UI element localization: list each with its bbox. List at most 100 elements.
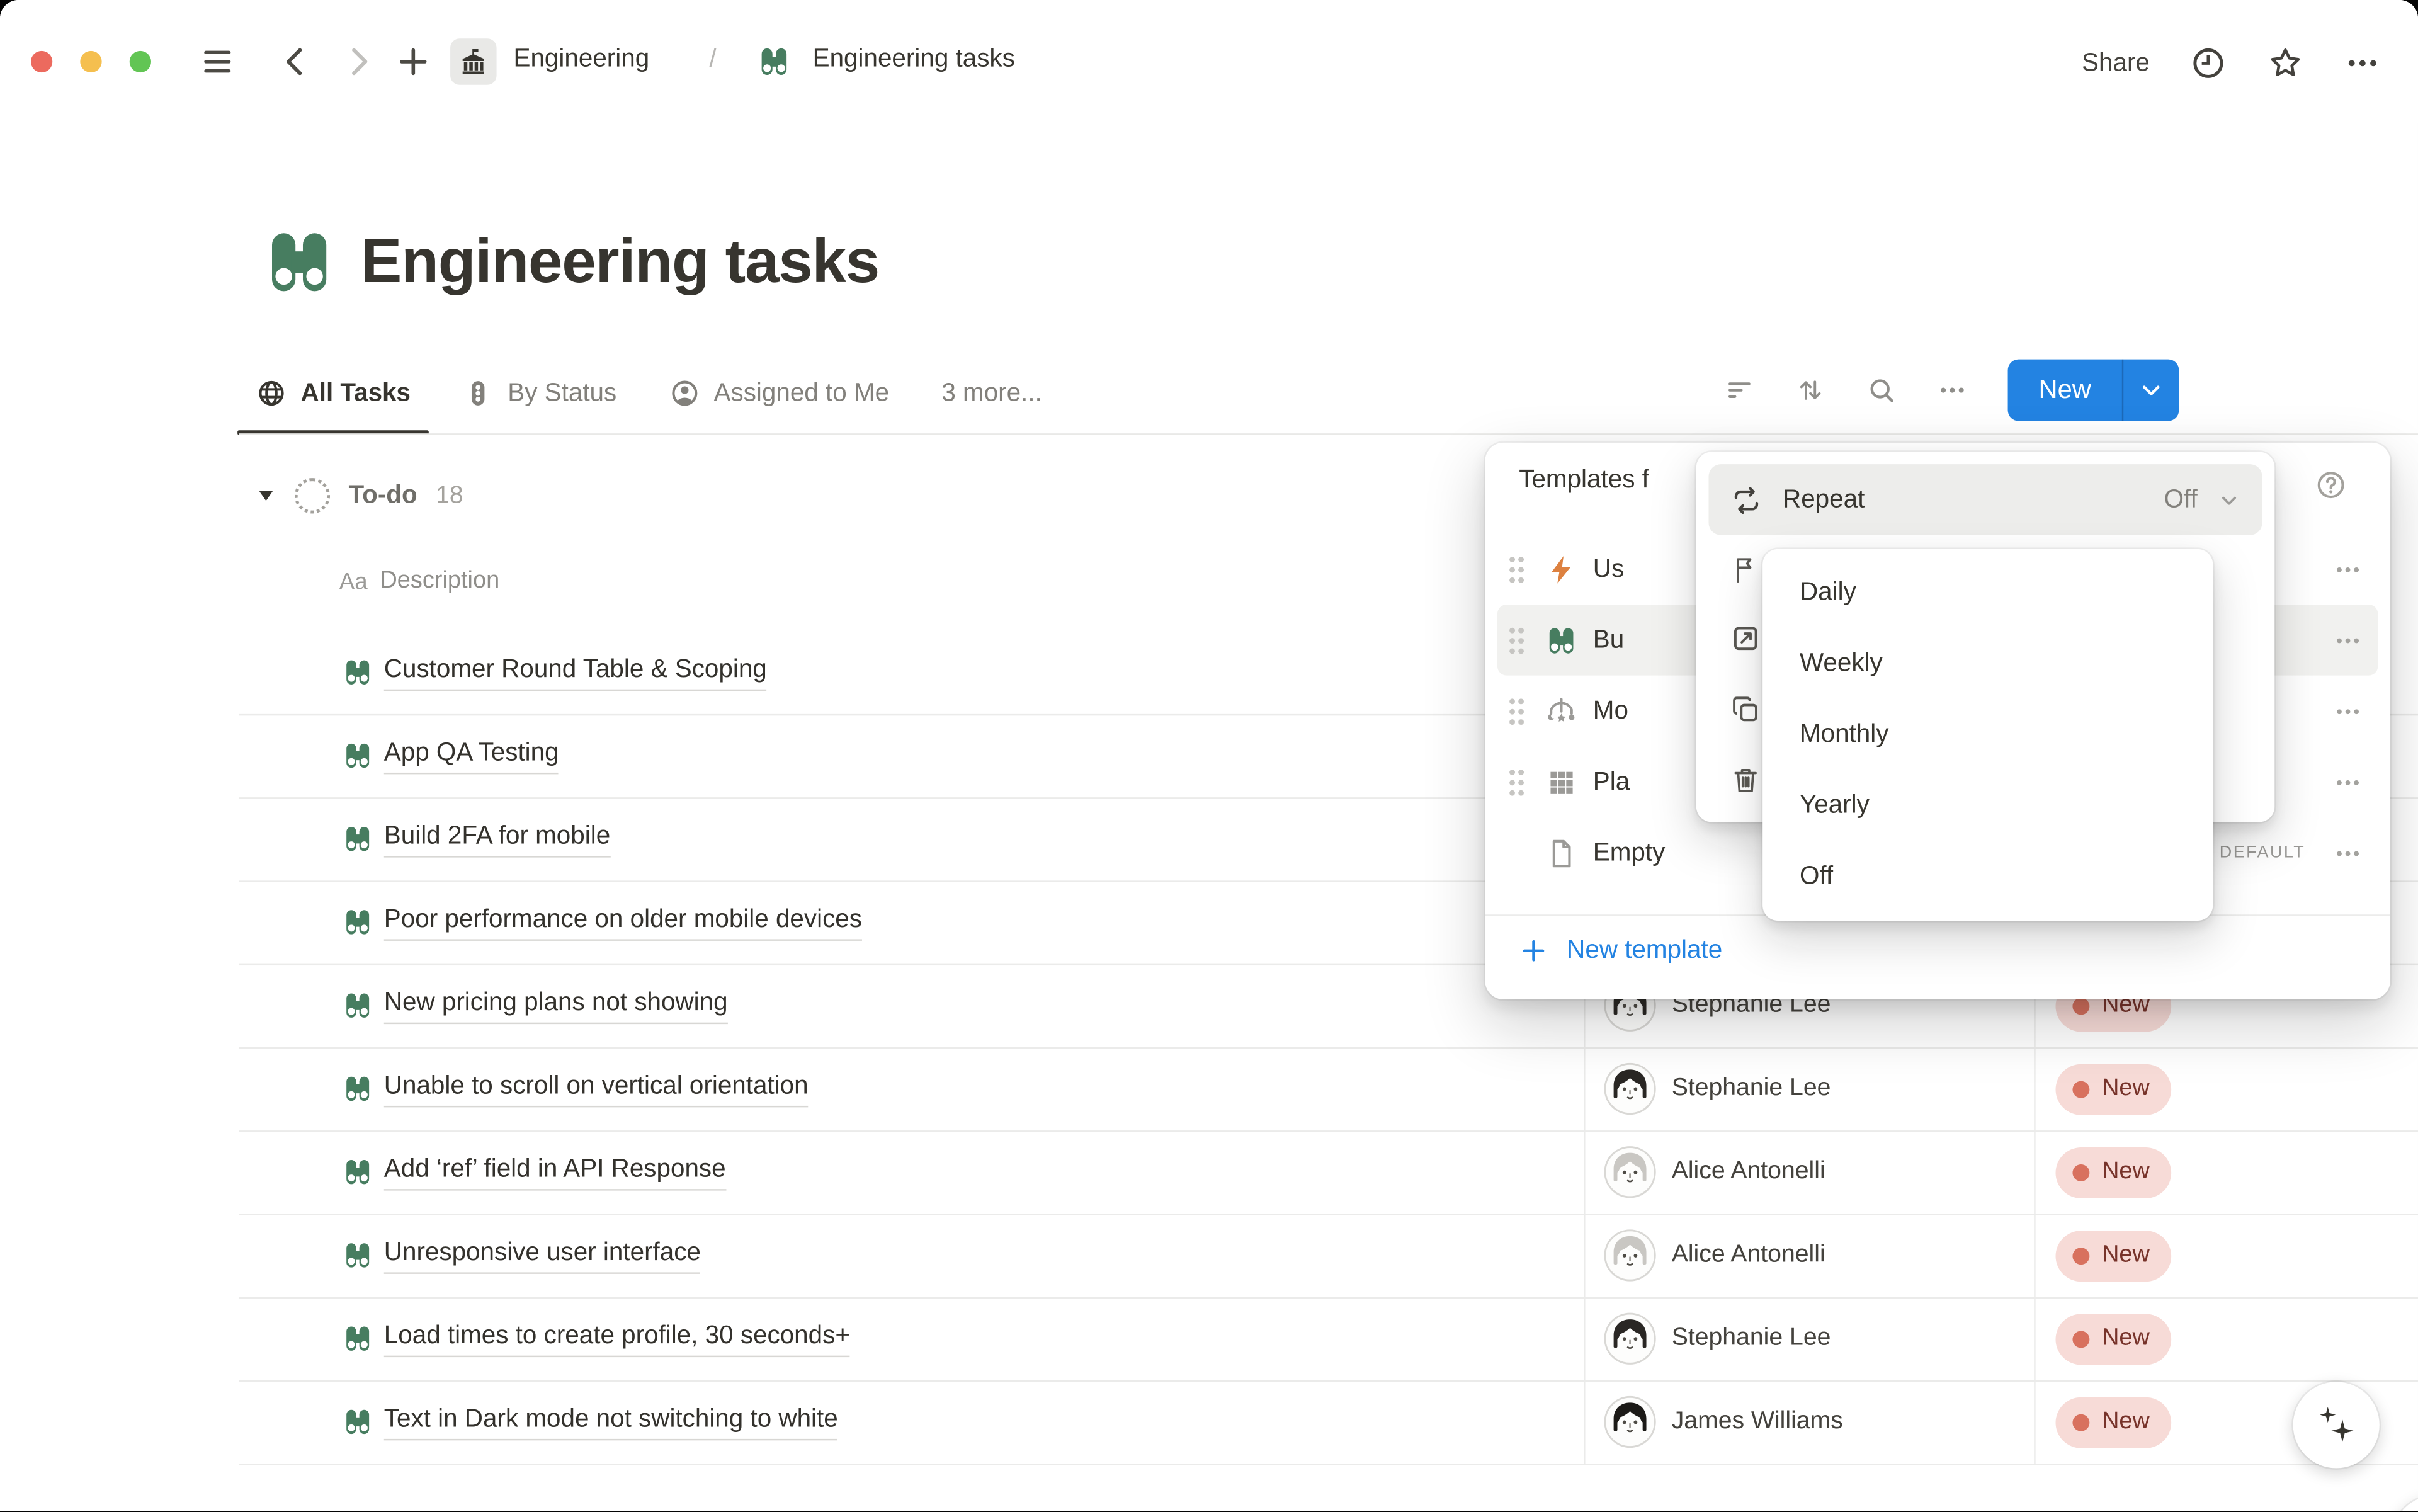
- search-icon[interactable]: [1866, 375, 1897, 406]
- tab-all-tasks[interactable]: All Tasks: [256, 364, 411, 423]
- tab-by-status[interactable]: By Status: [463, 364, 616, 423]
- collapse-triangle-icon[interactable]: [256, 486, 276, 506]
- edit-icon[interactable]: [1730, 623, 1761, 654]
- plus-icon: [1519, 936, 1548, 966]
- drag-handle-icon[interactable]: [1504, 553, 1530, 585]
- template-more-icon[interactable]: [2333, 696, 2363, 726]
- cell-description[interactable]: Customer Round Table & Scoping: [239, 631, 1584, 714]
- cell-description[interactable]: Poor performance on older mobile devices: [239, 880, 1584, 963]
- new-page-icon[interactable]: [395, 43, 432, 81]
- status-label: New: [2102, 1325, 2150, 1353]
- cell-assignee[interactable]: Stephanie Lee: [1584, 1297, 2034, 1380]
- table-row[interactable]: Unresponsive user interface Alice Antone…: [239, 1214, 2418, 1299]
- cell-assignee[interactable]: Stephanie Lee: [1584, 1047, 2034, 1130]
- task-title[interactable]: Add ‘ref’ field in API Response: [384, 1154, 726, 1190]
- updates-clock-icon[interactable]: [2190, 45, 2227, 82]
- group-count: 18: [436, 482, 463, 509]
- task-title[interactable]: Load times to create profile, 30 seconds…: [384, 1321, 850, 1356]
- new-template-button[interactable]: New template: [1519, 936, 1722, 966]
- close-window-button[interactable]: [31, 51, 52, 72]
- sidebar-menu-icon[interactable]: [199, 43, 236, 81]
- help-icon[interactable]: [2315, 469, 2347, 501]
- drag-handle-icon[interactable]: [1504, 766, 1530, 798]
- repeat-option-monthly[interactable]: Monthly: [1762, 698, 2213, 770]
- page-binoculars-icon[interactable]: [262, 225, 336, 300]
- cell-status[interactable]: New: [2034, 1297, 2418, 1380]
- template-more-icon[interactable]: [2333, 625, 2363, 655]
- help-bubble-button[interactable]: [2393, 1496, 2418, 1511]
- binoculars-icon: [343, 907, 373, 938]
- cell-status[interactable]: New: [2034, 1047, 2418, 1130]
- favorite-star-icon[interactable]: [2267, 45, 2304, 82]
- minimize-window-button[interactable]: [80, 51, 101, 72]
- view-options-icon[interactable]: [1937, 375, 1968, 406]
- cell-assignee[interactable]: James Williams: [1584, 1380, 2034, 1464]
- cell-description[interactable]: Text in Dark mode not switching to white: [239, 1380, 1584, 1464]
- notion-window: Engineering / Engineering tasks Share En…: [0, 0, 2418, 1511]
- task-title[interactable]: Customer Round Table & Scoping: [384, 655, 767, 690]
- breadcrumb-parent[interactable]: Engineering: [514, 45, 650, 74]
- new-button-label[interactable]: New: [2008, 360, 2122, 421]
- table-row[interactable]: Unable to scroll on vertical orientation…: [239, 1047, 2418, 1132]
- cell-status[interactable]: New: [2034, 1214, 2418, 1297]
- binoculars-icon: [757, 45, 791, 79]
- repeat-option-daily[interactable]: Daily: [1762, 557, 2213, 628]
- cell-description[interactable]: New pricing plans not showing: [239, 964, 1584, 1047]
- drag-handle-icon[interactable]: [1504, 624, 1530, 656]
- cell-description[interactable]: Unable to scroll on vertical orientation: [239, 1047, 1584, 1130]
- task-title[interactable]: App QA Testing: [384, 738, 559, 773]
- cell-description[interactable]: Unresponsive user interface: [239, 1214, 1584, 1297]
- share-button[interactable]: Share: [2082, 48, 2150, 78]
- assignee-name: James Williams: [1672, 1408, 1843, 1436]
- task-title[interactable]: Poor performance on older mobile devices: [384, 904, 862, 940]
- back-icon[interactable]: [278, 43, 315, 81]
- task-title[interactable]: Unresponsive user interface: [384, 1237, 701, 1273]
- more-options-icon[interactable]: [2344, 45, 2381, 82]
- tab-assigned-to-me[interactable]: Assigned to Me: [669, 364, 890, 423]
- breadcrumb-parent-icon[interactable]: [450, 38, 496, 84]
- sparkle-icon: [2313, 1402, 2359, 1448]
- new-button[interactable]: New: [2008, 360, 2179, 421]
- template-more-icon[interactable]: [2333, 554, 2363, 584]
- cell-description[interactable]: Build 2FA for mobile: [239, 797, 1584, 880]
- trash-icon[interactable]: [1730, 765, 1761, 796]
- repeat-option-off[interactable]: Off: [1762, 841, 2213, 912]
- drag-handle-icon[interactable]: [1504, 695, 1530, 727]
- task-title[interactable]: Unable to scroll on vertical orientation: [384, 1071, 809, 1106]
- flag-icon[interactable]: [1730, 554, 1761, 584]
- task-title[interactable]: Text in Dark mode not switching to white: [384, 1404, 838, 1440]
- template-more-icon[interactable]: [2333, 767, 2363, 797]
- repeat-option-yearly[interactable]: Yearly: [1762, 770, 2213, 841]
- breadcrumb-current[interactable]: Engineering tasks: [813, 45, 1015, 74]
- filter-icon[interactable]: [1724, 375, 1755, 406]
- repeat-option-weekly[interactable]: Weekly: [1762, 628, 2213, 699]
- cell-status[interactable]: New: [2034, 1130, 2418, 1214]
- cell-description[interactable]: App QA Testing: [239, 714, 1584, 797]
- sort-icon[interactable]: [1795, 375, 1826, 406]
- template-more-icon[interactable]: [2333, 838, 2363, 868]
- avatar: [1604, 1312, 1656, 1365]
- task-title[interactable]: Build 2FA for mobile: [384, 821, 610, 856]
- cell-description[interactable]: Add ‘ref’ field in API Response: [239, 1130, 1584, 1214]
- cell-assignee[interactable]: Alice Antonelli: [1584, 1130, 2034, 1214]
- more-views-button[interactable]: 3 more...: [941, 378, 1042, 408]
- cell-assignee[interactable]: Alice Antonelli: [1584, 1214, 2034, 1297]
- task-title[interactable]: New pricing plans not showing: [384, 988, 728, 1023]
- table-row[interactable]: Text in Dark mode not switching to white…: [239, 1380, 2418, 1465]
- repeat-menu-item[interactable]: Repeat Off: [1708, 464, 2262, 535]
- column-label: Description: [380, 567, 499, 595]
- group-name[interactable]: To-do: [348, 481, 417, 511]
- column-header-description[interactable]: Aa Description: [339, 567, 499, 595]
- zoom-window-button[interactable]: [130, 51, 151, 72]
- table-row[interactable]: Load times to create profile, 30 seconds…: [239, 1297, 2418, 1382]
- cell-description[interactable]: Load times to create profile, 30 seconds…: [239, 1297, 1584, 1380]
- new-button-dropdown[interactable]: [2122, 360, 2179, 421]
- table-row[interactable]: Add ‘ref’ field in API Response Alice An…: [239, 1130, 2418, 1215]
- titlebar-actions: Share: [2082, 45, 2381, 82]
- forward-icon[interactable]: [339, 43, 377, 81]
- duplicate-icon[interactable]: [1730, 694, 1761, 725]
- breadcrumb-separator: /: [710, 45, 717, 74]
- ai-sparkle-button[interactable]: [2293, 1382, 2380, 1468]
- avatar: [1604, 1229, 1656, 1282]
- page-title[interactable]: Engineering tasks: [361, 227, 879, 297]
